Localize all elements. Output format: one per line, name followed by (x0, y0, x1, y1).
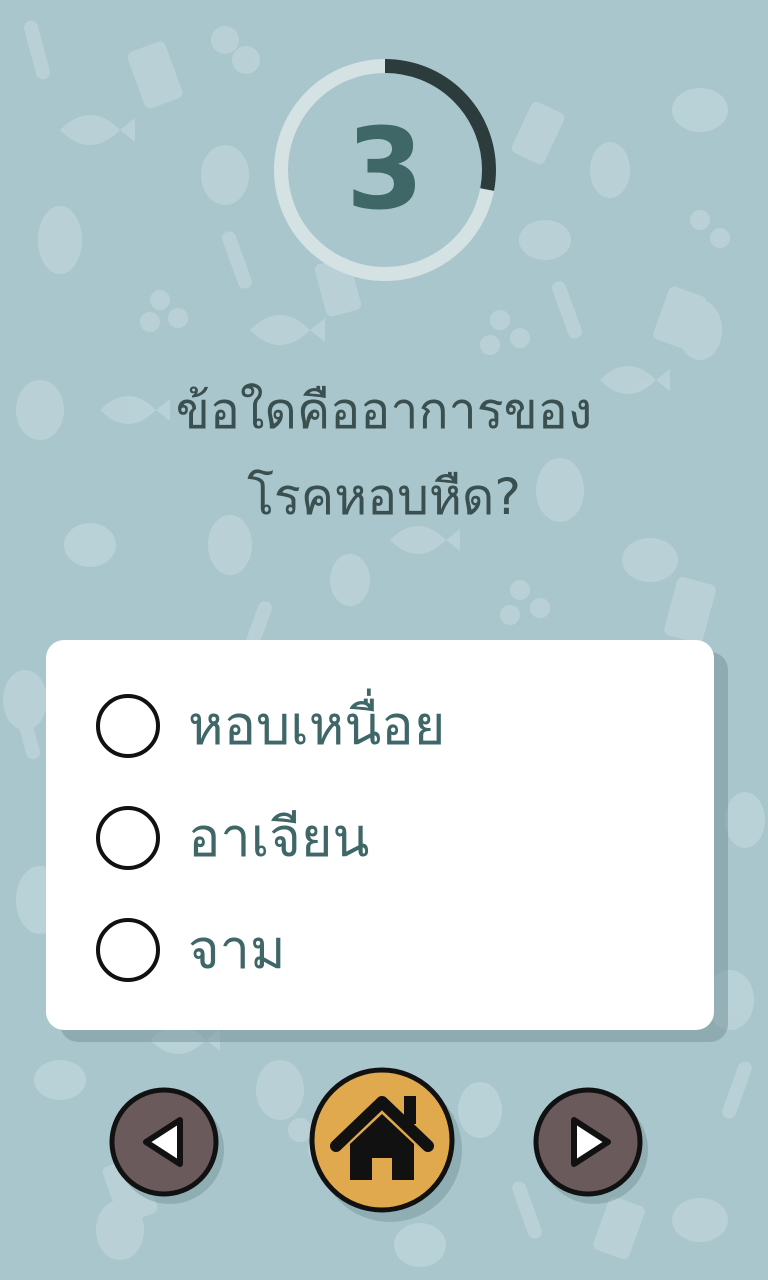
next-button[interactable] (530, 1086, 650, 1206)
answer-label: อาเจียน (188, 806, 370, 869)
home-button[interactable] (306, 1066, 466, 1226)
radio-button[interactable] (96, 694, 160, 758)
radio-button[interactable] (96, 918, 160, 982)
answer-option-1[interactable]: หอบเหนื่อย (96, 686, 676, 766)
previous-button[interactable] (106, 1086, 226, 1206)
answers-card: หอบเหนื่อย อาเจียน จาม (46, 640, 714, 1030)
answer-option-2[interactable]: อาเจียน (96, 798, 676, 878)
timer-number: 3 (346, 105, 424, 235)
answer-option-3[interactable]: จาม (96, 910, 676, 990)
question-text: ข้อใดคืออาการของ โรคหอบหืด? (175, 382, 593, 526)
answer-label: จาม (188, 918, 286, 981)
answer-label: หอบเหนื่อย (188, 694, 446, 757)
radio-button[interactable] (96, 806, 160, 870)
